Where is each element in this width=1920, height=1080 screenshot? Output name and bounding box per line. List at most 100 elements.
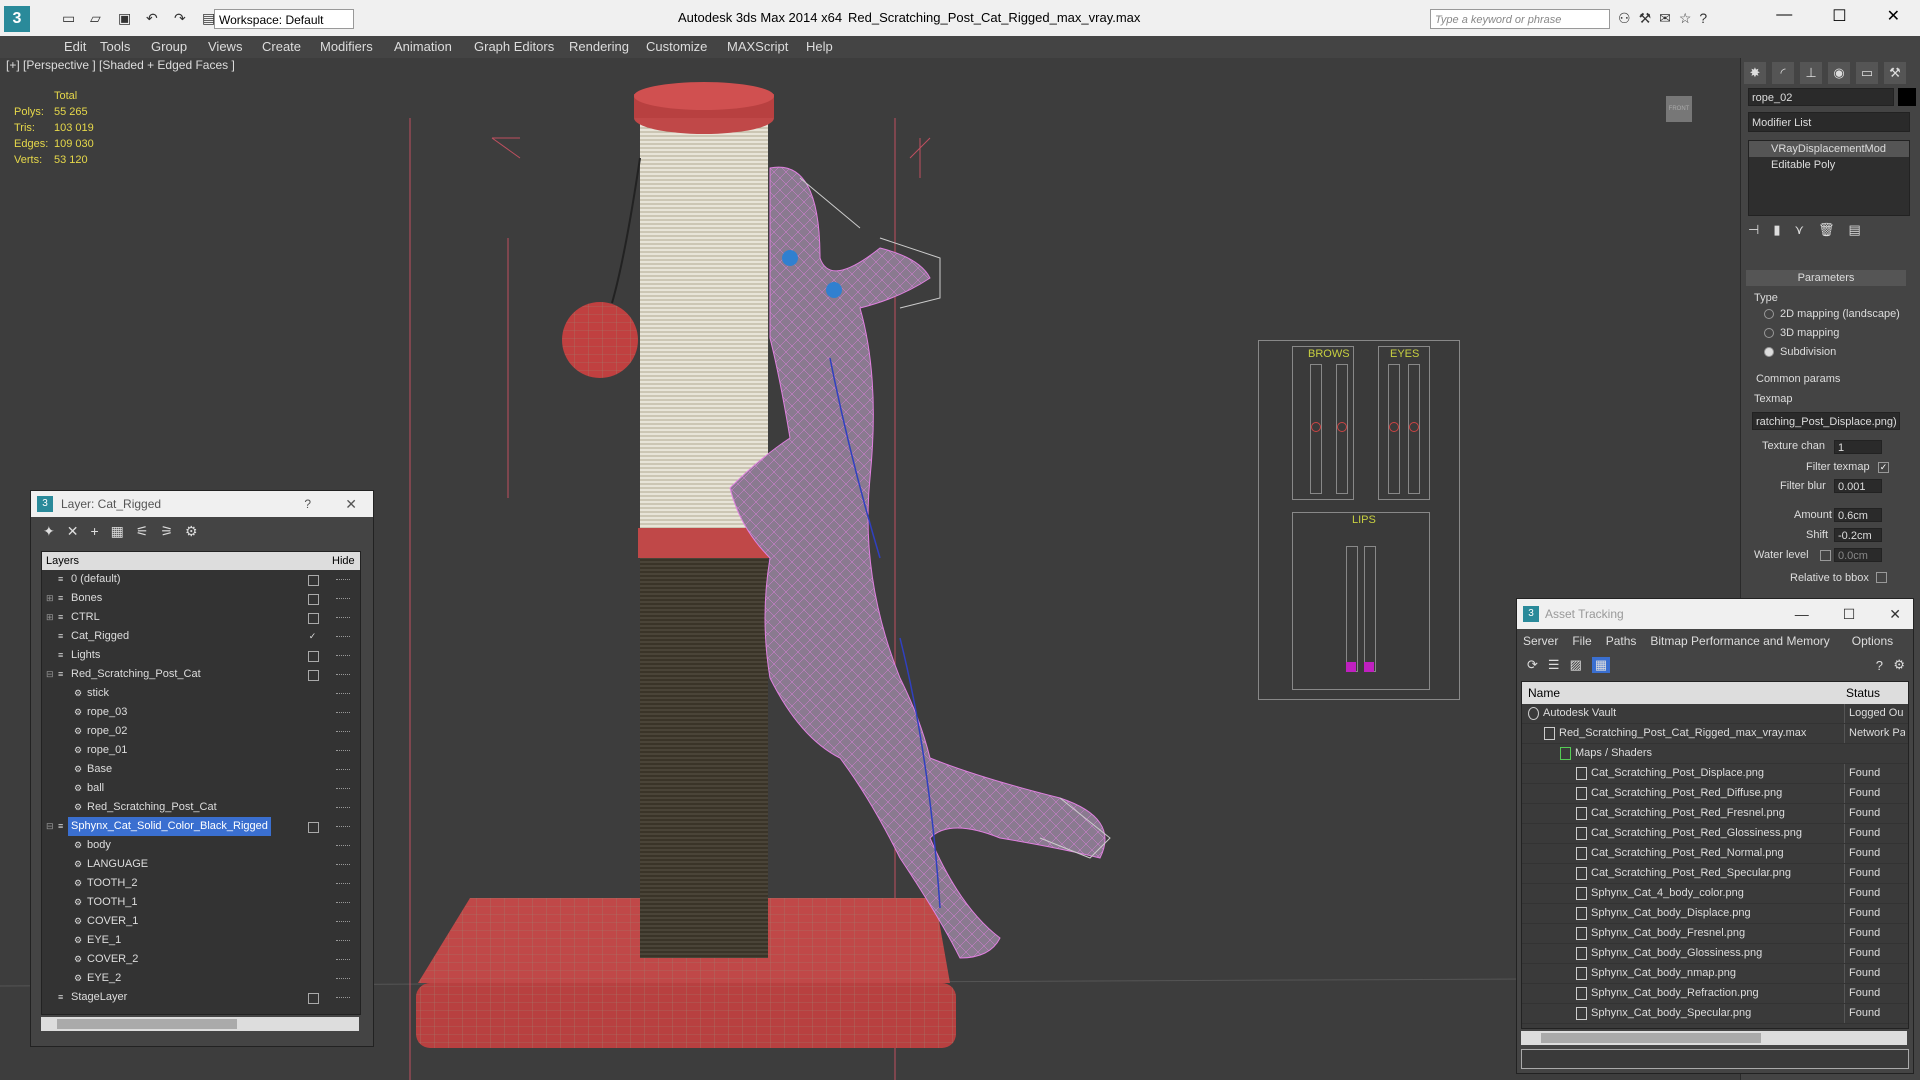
layer-row[interactable]: ≡ Cat_Rigged ✓: [42, 627, 360, 646]
freeze-toggle[interactable]: [336, 902, 350, 903]
minimize-icon[interactable]: —: [1776, 6, 1792, 26]
asset-row[interactable]: Sphynx_Cat_body_nmap.png Found: [1522, 964, 1908, 984]
redo-icon[interactable]: ↷: [174, 10, 192, 26]
layer-name[interactable]: EYE_2: [84, 969, 124, 988]
expand-toggle-icon[interactable]: ⊟: [46, 665, 54, 684]
menu-group[interactable]: Group: [151, 39, 187, 54]
workspace-dropdown[interactable]: Workspace: Default: [214, 9, 354, 29]
freeze-toggle[interactable]: [336, 636, 350, 637]
app-logo[interactable]: 3: [4, 6, 30, 32]
motion-tab-icon[interactable]: ◉: [1828, 62, 1850, 84]
settings-icon[interactable]: ⚙: [1893, 657, 1905, 673]
asset-menu-options[interactable]: Options: [1852, 629, 1893, 653]
asset-window-titlebar[interactable]: 3 Asset Tracking — ☐ ✕: [1517, 599, 1913, 629]
freeze-toggle[interactable]: [336, 826, 350, 827]
expand-toggle-icon[interactable]: ⊟: [46, 817, 54, 836]
viewcube[interactable]: FRONT: [1666, 96, 1692, 122]
asset-row[interactable]: Sphynx_Cat_body_Glossiness.png Found: [1522, 944, 1908, 964]
help-icon[interactable]: ?: [1699, 10, 1707, 27]
freeze-toggle[interactable]: [336, 693, 350, 694]
layer-row[interactable]: ⚙ stick: [42, 684, 360, 703]
table-view-icon[interactable]: ▦: [1591, 657, 1611, 673]
delete-layer-icon[interactable]: ✕: [67, 523, 79, 540]
lip-right-slider[interactable]: [1364, 546, 1376, 672]
menu-edit[interactable]: Edit: [64, 39, 86, 54]
layer-name[interactable]: Red_Scratching_Post_Cat: [84, 798, 220, 817]
asset-row[interactable]: Autodesk Vault Logged Ou: [1522, 704, 1908, 724]
freeze-toggle[interactable]: [336, 883, 350, 884]
asset-row[interactable]: Red_Scratching_Post_Cat_Rigged_max_vray.…: [1522, 724, 1908, 744]
radio-2d-mapping[interactable]: 2D mapping (landscape): [1764, 308, 1900, 320]
brow-left-knob[interactable]: [1311, 422, 1321, 432]
asset-row[interactable]: Cat_Scratching_Post_Red_Fresnel.png Found: [1522, 804, 1908, 824]
asset-row[interactable]: Cat_Scratching_Post_Red_Glossiness.png Fo…: [1522, 824, 1908, 844]
freeze-toggle[interactable]: [336, 731, 350, 732]
create-tab-icon[interactable]: ✸: [1744, 62, 1766, 84]
layer-row[interactable]: ⚙ TOOTH_1: [42, 893, 360, 912]
layer-name[interactable]: CTRL: [68, 608, 103, 627]
asset-row[interactable]: Sphynx_Cat_body_Refraction.png Found: [1522, 984, 1908, 1004]
layer-row[interactable]: ⚙ body: [42, 836, 360, 855]
radio-3d-mapping[interactable]: 3D mapping: [1764, 327, 1839, 339]
asset-menu-file[interactable]: File: [1572, 629, 1591, 653]
menu-modifiers[interactable]: Modifiers: [320, 39, 373, 54]
menu-help[interactable]: Help: [806, 39, 833, 54]
object-color-swatch[interactable]: [1898, 88, 1916, 106]
layer-row[interactable]: ⚙ rope_02: [42, 722, 360, 741]
utilities-tab-icon[interactable]: ⚒: [1884, 62, 1906, 84]
filter-blur-spinner[interactable]: 0.001: [1834, 479, 1882, 493]
asset-menu-server[interactable]: Server: [1523, 629, 1558, 653]
subscription-icon[interactable]: ⚒: [1639, 10, 1652, 27]
layer-name[interactable]: rope_02: [84, 722, 130, 741]
save-icon[interactable]: ▣: [118, 10, 136, 26]
hide-column-header[interactable]: Hide: [332, 552, 355, 570]
freeze-toggle[interactable]: [336, 864, 350, 865]
layer-name[interactable]: LANGUAGE: [84, 855, 151, 874]
layer-name[interactable]: body: [84, 836, 114, 855]
menu-rendering[interactable]: Rendering: [569, 39, 629, 54]
layer-name[interactable]: rope_03: [84, 703, 130, 722]
help-icon[interactable]: ?: [1876, 658, 1883, 673]
layer-row[interactable]: ⚙ TOOTH_2: [42, 874, 360, 893]
remove-modifier-icon[interactable]: 🗑: [1818, 222, 1835, 238]
freeze-toggle[interactable]: [336, 845, 350, 846]
hierarchy-tab-icon[interactable]: ⊥: [1800, 62, 1822, 84]
asset-menu-bitmap-performance-and-memory[interactable]: Bitmap Performance and Memory: [1650, 629, 1829, 653]
layer-row[interactable]: ⊞ ≡ CTRL: [42, 608, 360, 627]
eye-right-knob[interactable]: [1409, 422, 1419, 432]
maximize-icon[interactable]: ☐: [1843, 599, 1856, 629]
asset-row[interactable]: Sphynx_Cat_body_Displace.png Found: [1522, 904, 1908, 924]
asset-row[interactable]: Cat_Scratching_Post_Red_Normal.png Found: [1522, 844, 1908, 864]
radio-icon[interactable]: [1764, 328, 1774, 339]
layer-name[interactable]: EYE_1: [84, 931, 124, 950]
eye-left-knob[interactable]: [1389, 422, 1399, 432]
new-file-icon[interactable]: ▭: [62, 10, 80, 26]
radio-icon[interactable]: [1764, 347, 1774, 358]
hide-checkbox[interactable]: [308, 613, 319, 624]
asset-horizontal-scrollbar[interactable]: [1521, 1031, 1907, 1045]
scroll-thumb[interactable]: [57, 1019, 237, 1029]
layer-name[interactable]: stick: [84, 684, 112, 703]
layer-row[interactable]: ⚙ COVER_2: [42, 950, 360, 969]
stack-item-vray-displacement[interactable]: VRayDisplacementMod: [1749, 141, 1909, 157]
brow-right-knob[interactable]: [1337, 422, 1347, 432]
favorites-icon[interactable]: ☆: [1679, 10, 1692, 27]
stack-item-editable-poly[interactable]: Editable Poly: [1749, 157, 1909, 173]
hide-checkbox[interactable]: [308, 993, 319, 1004]
binoculars-icon[interactable]: ⚇: [1618, 10, 1631, 27]
asset-row[interactable]: Cat_Scratching_Post_Red_Diffuse.png Found: [1522, 784, 1908, 804]
hide-checkbox[interactable]: ✓: [308, 632, 317, 641]
layer-row[interactable]: ⚙ LANGUAGE: [42, 855, 360, 874]
layer-name[interactable]: TOOTH_1: [84, 893, 141, 912]
freeze-toggle[interactable]: [336, 674, 350, 675]
hide-checkbox[interactable]: [308, 575, 319, 586]
close-icon[interactable]: ✕: [1887, 6, 1900, 26]
layer-name[interactable]: TOOTH_2: [84, 874, 141, 893]
help-button[interactable]: ?: [304, 491, 311, 517]
layer-row[interactable]: ≡ StageLayer: [42, 988, 360, 1007]
refresh-icon[interactable]: ⟳: [1527, 657, 1538, 673]
menu-views[interactable]: Views: [208, 39, 242, 54]
layer-row[interactable]: ⚙ ball: [42, 779, 360, 798]
freeze-all-icon[interactable]: ⚙: [185, 523, 198, 540]
relative-bbox-checkbox[interactable]: [1876, 572, 1887, 583]
